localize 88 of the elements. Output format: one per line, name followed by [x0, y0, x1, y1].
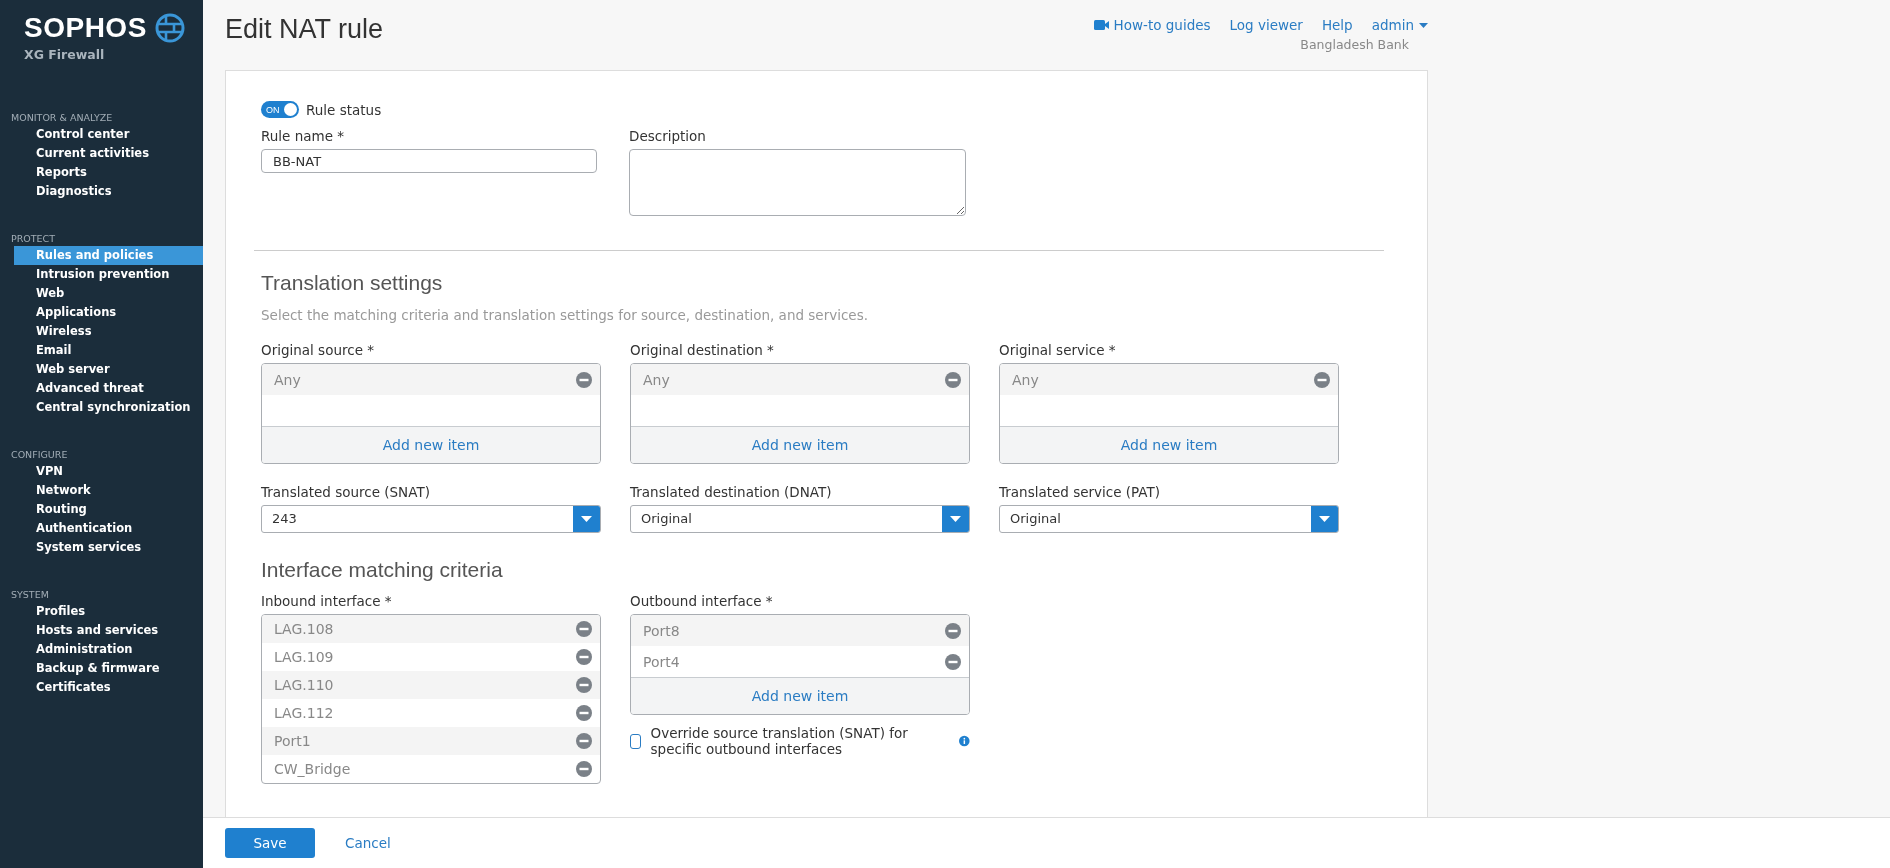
- sidebar-item[interactable]: Reports: [14, 163, 203, 182]
- save-button[interactable]: Save: [225, 828, 315, 858]
- dropdown-field[interactable]: 243: [261, 505, 601, 533]
- sidebar-item[interactable]: Intrusion prevention: [14, 265, 203, 284]
- remove-icon[interactable]: [945, 622, 961, 639]
- field-label: Original source *: [261, 342, 374, 358]
- sidebar-item[interactable]: Email: [14, 341, 203, 360]
- dropdown-field[interactable]: Original: [630, 505, 970, 533]
- field-label: Inbound interface *: [261, 593, 392, 609]
- cancel-link[interactable]: Cancel: [345, 835, 391, 851]
- input-field[interactable]: BB-NAT: [261, 149, 597, 173]
- sidebar-item[interactable]: Backup & firmware: [14, 659, 203, 678]
- list-item-text: Port8: [643, 622, 680, 639]
- toggle-switch[interactable]: ON: [261, 101, 299, 118]
- sidebar-item[interactable]: Diagnostics: [14, 182, 203, 201]
- list-item-text: LAG.112: [274, 705, 334, 721]
- field-label: Description: [629, 128, 706, 144]
- field-label: Outbound interface *: [630, 593, 773, 609]
- list-item-text: LAG.109: [274, 649, 334, 665]
- sidebar-item[interactable]: Advanced threat: [14, 379, 203, 398]
- brand-logo-text: SOPHOS: [24, 13, 147, 43]
- sidebar-item[interactable]: System services: [14, 538, 203, 557]
- section-heading: Translation settings: [261, 271, 444, 295]
- add-item-link[interactable]: Add new item: [631, 426, 969, 463]
- header-link[interactable]: Log viewer: [1229, 17, 1303, 33]
- globe-logo-icon: [154, 13, 185, 43]
- remove-icon[interactable]: [945, 653, 961, 670]
- info-icon[interactable]: [959, 733, 970, 749]
- sidebar-item[interactable]: VPN: [14, 462, 203, 481]
- remove-icon[interactable]: [576, 621, 592, 637]
- list-item-text: Any: [274, 371, 301, 388]
- sidebar-item[interactable]: Control center: [14, 125, 203, 144]
- sidebar-item[interactable]: Web server: [14, 360, 203, 379]
- checkbox[interactable]: [630, 733, 641, 749]
- field-label: Rule name *: [261, 128, 344, 144]
- sidebar-item[interactable]: Web: [14, 284, 203, 303]
- remove-icon[interactable]: [576, 677, 592, 693]
- sidebar-item[interactable]: Current activities: [14, 144, 203, 163]
- sidebar-item[interactable]: Wireless: [14, 322, 203, 341]
- header-link[interactable]: How-to guides: [1093, 17, 1211, 33]
- remove-icon[interactable]: [576, 371, 592, 388]
- section-heading: Interface matching criteria: [261, 558, 504, 582]
- remove-icon[interactable]: [1314, 371, 1330, 388]
- sidebar-section-title: PROTECT: [11, 232, 56, 245]
- remove-icon[interactable]: [945, 371, 961, 388]
- list-item-text: LAG.108: [274, 621, 334, 637]
- sidebar-section-title: MONITOR & ANALYZE: [11, 111, 113, 124]
- sidebar-item[interactable]: Authentication: [14, 519, 203, 538]
- add-item-link[interactable]: Add new item: [631, 677, 969, 714]
- sidebar-item[interactable]: Hosts and services: [14, 621, 203, 640]
- list-item-text: CW_Bridge: [274, 761, 351, 777]
- header-link[interactable]: Help: [1321, 17, 1353, 33]
- page-title: Edit NAT rule: [225, 14, 384, 46]
- sidebar-section-title: SYSTEM: [11, 588, 49, 601]
- sidebar-item[interactable]: Central synchronization: [14, 398, 203, 417]
- field-label: Rule status: [306, 101, 382, 118]
- organization-name: Bangladesh Bank: [1300, 37, 1409, 52]
- remove-icon[interactable]: [576, 705, 592, 721]
- list-item-text: Port4: [643, 653, 680, 670]
- list-item-text: Any: [1012, 371, 1039, 388]
- caret-icon: [1419, 22, 1428, 28]
- field-label: Original destination *: [630, 342, 774, 358]
- remove-icon[interactable]: [576, 649, 592, 665]
- sidebar-item[interactable]: Administration: [14, 640, 203, 659]
- sidebar-item[interactable]: Certificates: [14, 678, 203, 697]
- user-menu[interactable]: admin: [1371, 17, 1428, 33]
- sidebar-item[interactable]: Routing: [14, 500, 203, 519]
- remove-icon[interactable]: [576, 733, 592, 749]
- sidebar-item[interactable]: Network: [14, 481, 203, 500]
- field-label: Translated service (PAT): [999, 484, 1161, 500]
- sidebar-section-title: CONFIGURE: [11, 448, 68, 461]
- text-area[interactable]: [629, 149, 966, 216]
- section-description: Select the matching criteria and translation settings for source, destination, and services.: [261, 307, 868, 323]
- add-item-link[interactable]: Add new item: [1000, 426, 1338, 463]
- sidebar-item[interactable]: Applications: [14, 303, 203, 322]
- list-item-text: Any: [643, 371, 670, 388]
- remove-icon[interactable]: [576, 761, 592, 777]
- dropdown-field[interactable]: Original: [999, 505, 1339, 533]
- sidebar-item[interactable]: Profiles: [14, 602, 203, 621]
- field-label: Translated destination (DNAT): [630, 484, 832, 500]
- list-item-text: Port1: [274, 733, 311, 749]
- product-name: XG Firewall: [24, 47, 105, 62]
- checkbox-label: Override source translation (SNAT) for specific outbound interfaces: [650, 725, 909, 757]
- field-label: Original service *: [999, 342, 1116, 358]
- add-item-link[interactable]: Add new item: [262, 426, 600, 463]
- field-label: Translated source (SNAT): [261, 484, 430, 500]
- list-item-text: LAG.110: [274, 677, 334, 693]
- video-camera-icon: [1093, 19, 1109, 31]
